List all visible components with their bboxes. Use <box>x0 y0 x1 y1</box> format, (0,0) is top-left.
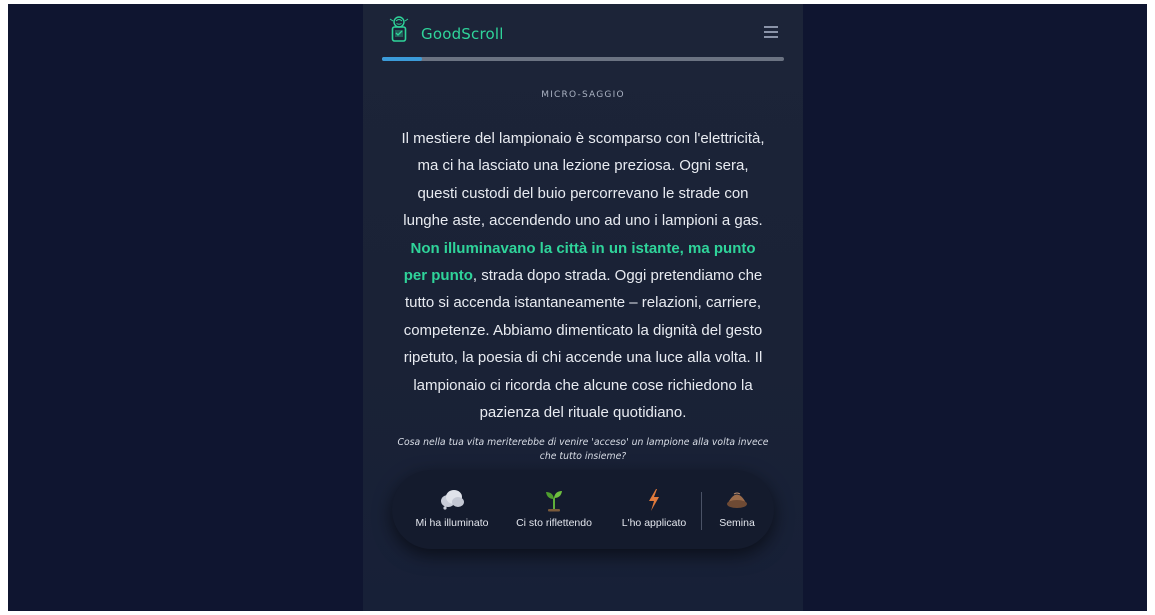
essay-body: Il mestiere del lampionaio è scomparso c… <box>398 125 768 426</box>
phone-brain-icon[interactable] <box>386 16 412 42</box>
lightning-icon <box>649 489 659 511</box>
reaction-bar: Mi ha illuminato Ci sto riflettendo L'ho… <box>392 470 774 549</box>
reaction-label: Mi ha illuminato <box>415 517 489 529</box>
seed-icon <box>727 492 747 508</box>
reaction-label: L'ho applicato <box>621 517 687 529</box>
reading-progress-fill <box>382 57 423 61</box>
reaction-label: Semina <box>719 517 755 529</box>
reaction-divider <box>701 492 702 530</box>
cloud-icon <box>441 490 464 510</box>
hamburger-menu-icon[interactable] <box>764 26 778 38</box>
plant-seed-button[interactable]: Semina <box>706 470 768 549</box>
reaction-applied-button[interactable]: L'ho applicato <box>610 470 698 549</box>
reaction-reflecting-button[interactable]: Ci sto riflettendo <box>500 470 608 549</box>
mobile-viewport: GoodScroll MICRO-SAGGIO Il mestiere del … <box>363 4 803 611</box>
sprout-icon <box>546 491 562 512</box>
app-backdrop: GoodScroll MICRO-SAGGIO Il mestiere del … <box>8 4 1147 611</box>
brand-name[interactable]: GoodScroll <box>421 25 504 43</box>
essay-text-after: , strada dopo strada. Oggi pretendiamo c… <box>403 267 763 422</box>
reaction-label: Ci sto riflettendo <box>516 517 592 529</box>
content-type-label: MICRO-SAGGIO <box>541 90 625 100</box>
reflection-prompt: Cosa nella tua vita meriterebbe di venir… <box>397 437 769 462</box>
app-header: GoodScroll <box>363 4 803 61</box>
reaction-illuminated-button[interactable]: Mi ha illuminato <box>406 470 498 549</box>
essay-text-before: Il mestiere del lampionaio è scomparso c… <box>401 130 765 230</box>
reading-progress-bar <box>382 57 784 61</box>
